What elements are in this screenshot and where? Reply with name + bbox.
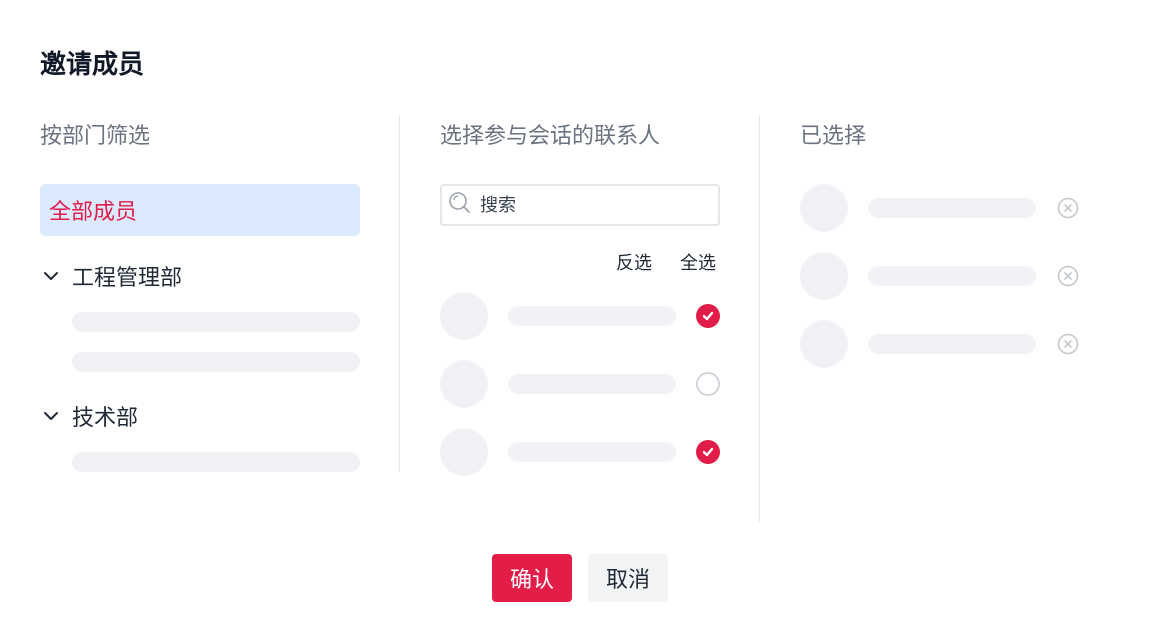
search-box[interactable]: [440, 184, 720, 226]
department-group-label: 技术部: [72, 406, 139, 431]
department-group-tech[interactable]: 技术部: [40, 400, 138, 432]
cancel-button[interactable]: 取消: [588, 554, 668, 602]
contact-checkbox[interactable]: [696, 440, 720, 464]
selected-name-placeholder: [868, 198, 1036, 218]
contact-name-placeholder: [508, 306, 676, 326]
selected-name-placeholder: [868, 334, 1036, 354]
search-icon: [448, 191, 472, 219]
department-item-placeholder[interactable]: [72, 312, 360, 332]
department-group-engineering[interactable]: 工程管理部: [40, 260, 182, 292]
avatar: [440, 360, 488, 408]
chevron-down-icon: [40, 405, 62, 427]
avatar: [440, 292, 488, 340]
invert-selection-button[interactable]: 反选: [616, 249, 652, 275]
chevron-down-icon: [40, 265, 62, 287]
department-all-members[interactable]: 全部成员: [40, 184, 360, 236]
contact-checkbox[interactable]: [696, 372, 720, 396]
column-divider: [399, 116, 400, 472]
close-circle-icon[interactable]: [1057, 265, 1079, 287]
search-input[interactable]: [480, 194, 700, 216]
contact-name-placeholder: [508, 374, 676, 394]
close-circle-icon[interactable]: [1057, 333, 1079, 355]
selected-name-placeholder: [868, 266, 1036, 286]
check-icon: [702, 447, 714, 457]
contact-checkbox[interactable]: [696, 304, 720, 328]
avatar: [800, 252, 848, 300]
dialog-title: 邀请成员: [40, 50, 145, 80]
select-contacts-title: 选择参与会话的联系人: [440, 124, 661, 149]
avatar: [800, 184, 848, 232]
department-all-members-label: 全部成员: [49, 200, 138, 225]
avatar: [440, 428, 488, 476]
department-item-placeholder[interactable]: [72, 352, 360, 372]
confirm-button[interactable]: 确认: [492, 554, 572, 602]
column-divider: [759, 116, 760, 522]
close-circle-icon[interactable]: [1057, 197, 1079, 219]
contact-name-placeholder: [508, 442, 676, 462]
filter-by-department-title: 按部门筛选: [40, 124, 151, 149]
selected-title: 已选择: [800, 124, 867, 149]
department-item-placeholder[interactable]: [72, 452, 360, 472]
check-icon: [702, 311, 714, 321]
department-group-label: 工程管理部: [72, 266, 183, 291]
avatar: [800, 320, 848, 368]
select-all-button[interactable]: 全选: [680, 249, 716, 275]
